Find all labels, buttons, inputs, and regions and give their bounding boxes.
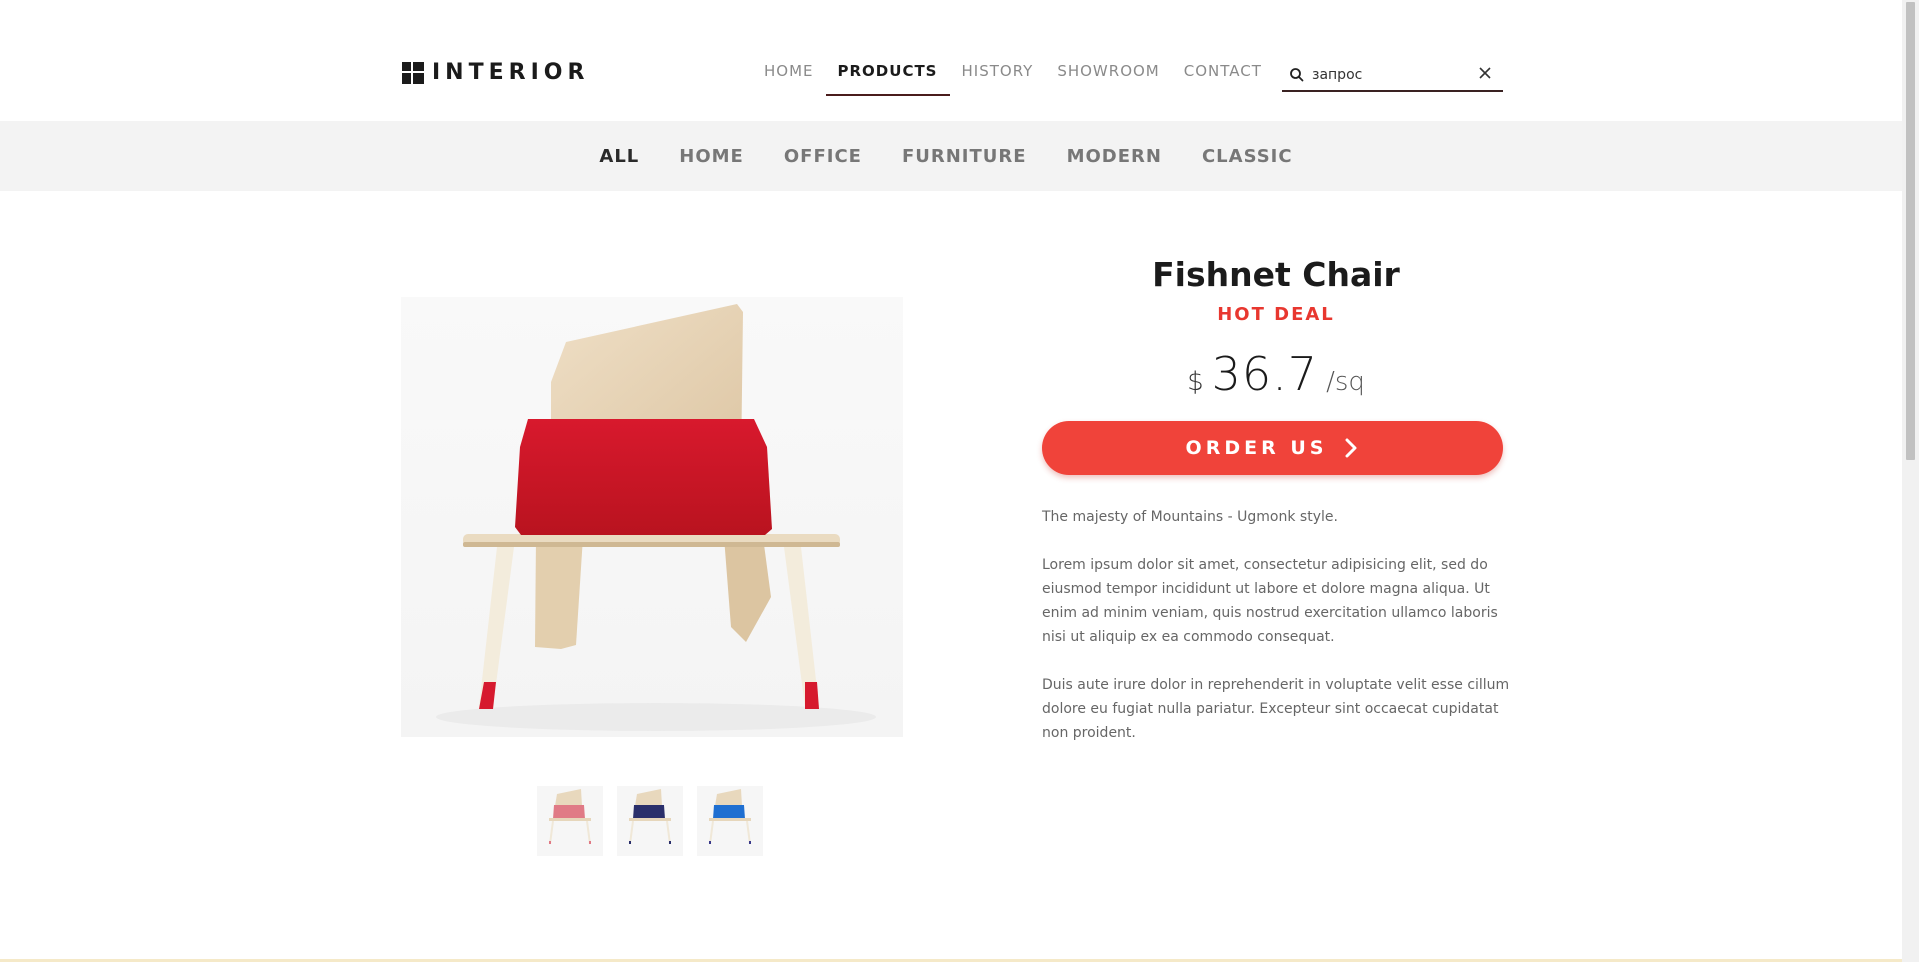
price: $ 36.7 /sq	[1028, 347, 1524, 401]
search-box	[1282, 60, 1503, 92]
site-header: INTERIOR HOME PRODUCTS HISTORY SHOWROOM …	[0, 0, 1902, 121]
category-modern[interactable]: MODERN	[1067, 146, 1162, 167]
nav-products[interactable]: PRODUCTS	[825, 60, 950, 96]
thumbnail-pink[interactable]	[537, 786, 603, 856]
thumbnail-list	[537, 786, 763, 856]
logo-icon	[402, 61, 424, 84]
product-description: The majesty of Mountains - Ugmonk style.…	[1042, 505, 1524, 745]
logo[interactable]: INTERIOR	[402, 60, 589, 85]
nav-showroom[interactable]: SHOWROOM	[1045, 60, 1171, 96]
description-paragraph: Duis aute irure dolor in reprehenderit i…	[1042, 677, 1510, 741]
product-tagline: The majesty of Mountains - Ugmonk style.	[1042, 509, 1338, 525]
category-classic[interactable]: CLASSIC	[1202, 146, 1293, 167]
product-image	[401, 297, 903, 737]
main-nav: HOME PRODUCTS HISTORY SHOWROOM CONTACT	[752, 60, 1274, 96]
chair-image	[436, 304, 876, 731]
order-button[interactable]: ORDER US	[1042, 421, 1503, 475]
scrollbar[interactable]	[1902, 0, 1919, 962]
price-unit: /sq	[1326, 367, 1365, 397]
category-home[interactable]: HOME	[679, 146, 744, 167]
logo-text: INTERIOR	[432, 60, 590, 85]
nav-contact[interactable]: CONTACT	[1172, 60, 1274, 96]
close-icon[interactable]	[1477, 65, 1493, 81]
chair-thumbnail-icon	[709, 789, 751, 845]
thumbnail-navy[interactable]	[617, 786, 683, 856]
nav-home[interactable]: HOME	[752, 60, 826, 96]
scrollbar-thumb[interactable]	[1906, 2, 1915, 460]
search-input[interactable]	[1312, 67, 1462, 83]
chair-thumbnail-icon	[549, 789, 591, 845]
category-furniture[interactable]: FURNITURE	[902, 146, 1027, 167]
price-currency: $	[1187, 367, 1204, 397]
thumbnail-blue[interactable]	[697, 786, 763, 856]
order-button-label: ORDER US	[1185, 437, 1328, 459]
hot-deal-badge: HOT DEAL	[1217, 304, 1335, 325]
product-title: Fishnet Chair	[1152, 255, 1400, 294]
search-icon[interactable]	[1288, 66, 1306, 84]
chair-thumbnail-icon	[629, 789, 671, 845]
category-office[interactable]: OFFICE	[784, 146, 862, 167]
chevron-right-icon	[1345, 438, 1357, 458]
price-amount: 36.7	[1211, 347, 1319, 401]
description-paragraph: Lorem ipsum dolor sit amet, consectetur …	[1042, 557, 1498, 645]
nav-history[interactable]: HISTORY	[950, 60, 1046, 96]
category-bar: ALL HOME OFFICE FURNITURE MODERN CLASSIC	[0, 121, 1902, 191]
product-info: Fishnet Chair HOT DEAL $ 36.7 /sq ORDER …	[1042, 255, 1524, 769]
category-all[interactable]: ALL	[599, 146, 639, 167]
